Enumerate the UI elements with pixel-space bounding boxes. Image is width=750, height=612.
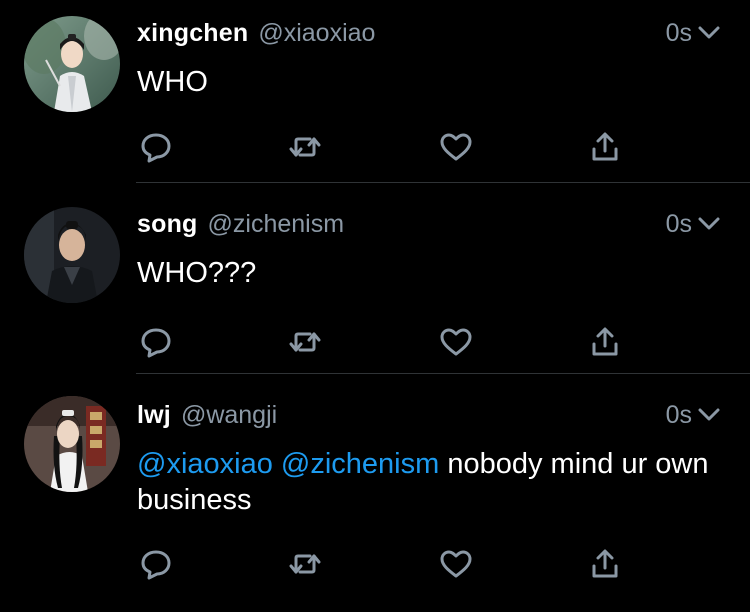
tweet-header: xingchen @xiaoxiao 0s: [137, 16, 720, 50]
share-button[interactable]: [585, 127, 625, 167]
tweet-meta: 0s: [666, 19, 720, 48]
tweet-actions: [136, 544, 636, 584]
tweet-header: lwj @wangji 0s: [137, 398, 720, 432]
share-button[interactable]: [585, 544, 625, 584]
chevron-down-icon[interactable]: [698, 216, 720, 232]
reply-icon: [141, 550, 171, 580]
avatar-image: [24, 207, 120, 303]
retweet-button[interactable]: [285, 544, 325, 584]
mention-link[interactable]: @zichenism: [281, 448, 439, 480]
reply-icon: [141, 328, 171, 358]
tweet-actions: [136, 322, 636, 362]
like-icon: [440, 328, 472, 356]
mention-link[interactable]: @xiaoxiao: [137, 448, 273, 480]
tweet-meta: 0s: [666, 210, 720, 239]
display-name[interactable]: song: [137, 210, 198, 239]
like-button[interactable]: [436, 544, 476, 584]
retweet-icon: [289, 137, 321, 157]
tweet-text: @xiaoxiao @zichenism nobody mind ur own …: [137, 446, 720, 518]
reply-button[interactable]: [136, 322, 176, 362]
avatar[interactable]: [24, 396, 120, 492]
tweet-header: song @zichenism 0s: [137, 207, 720, 241]
tweet[interactable]: lwj @wangji 0s @xiaoxiao @zichenism nobo…: [0, 374, 750, 612]
retweet-icon: [289, 332, 321, 352]
timestamp: 0s: [665, 18, 692, 47]
reply-button[interactable]: [136, 127, 176, 167]
share-icon: [592, 327, 618, 356]
handle[interactable]: @wangji: [181, 401, 277, 430]
tweet-meta: 0s: [666, 401, 720, 430]
like-icon: [440, 550, 472, 578]
timestamp: 0s: [665, 400, 692, 429]
share-button[interactable]: [585, 322, 625, 362]
handle[interactable]: @xiaoxiao: [258, 19, 375, 48]
timestamp: 0s: [665, 209, 692, 238]
tweet-feed: xingchen @xiaoxiao 0s WHO song @zichenis…: [0, 0, 750, 612]
chevron-down-icon[interactable]: [698, 25, 720, 41]
display-name[interactable]: xingchen: [137, 19, 248, 48]
avatar[interactable]: [24, 16, 120, 112]
like-button[interactable]: [436, 322, 476, 362]
retweet-button[interactable]: [285, 322, 325, 362]
tweet-text: WHO???: [137, 257, 257, 289]
tweet[interactable]: song @zichenism 0s WHO???: [0, 183, 750, 373]
retweet-button[interactable]: [285, 127, 325, 167]
like-button[interactable]: [436, 127, 476, 167]
avatar-image: [24, 396, 120, 492]
display-name[interactable]: lwj: [137, 401, 171, 430]
like-icon: [440, 133, 472, 161]
handle[interactable]: @zichenism: [208, 210, 345, 239]
tweet-text: WHO: [137, 66, 208, 98]
avatar[interactable]: [24, 207, 120, 303]
tweet-actions: [136, 127, 636, 167]
avatar-image: [24, 16, 120, 112]
tweet[interactable]: xingchen @xiaoxiao 0s WHO: [0, 0, 750, 182]
reply-icon: [141, 133, 171, 163]
retweet-icon: [289, 554, 321, 574]
share-icon: [592, 549, 618, 578]
chevron-down-icon[interactable]: [698, 407, 720, 423]
reply-button[interactable]: [136, 544, 176, 584]
share-icon: [592, 132, 618, 161]
